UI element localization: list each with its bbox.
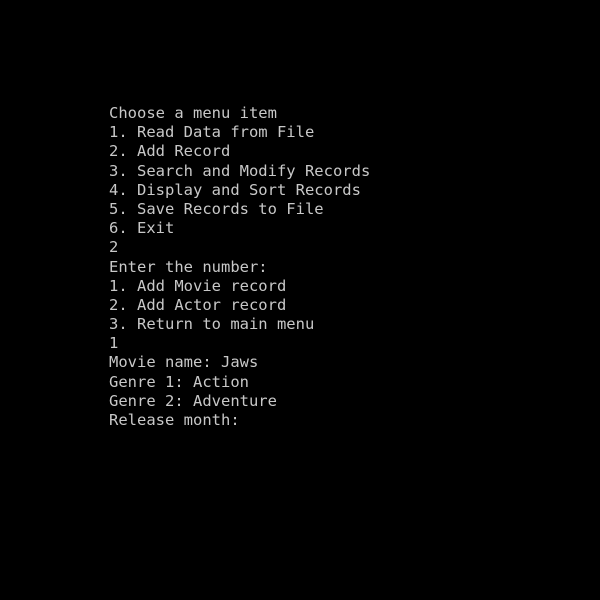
- user-input-submenu-choice: 1: [109, 334, 119, 353]
- submenu-option-add-movie: 1. Add Movie record: [109, 276, 287, 295]
- menu-option-search-modify: 3. Search and Modify Records: [109, 161, 371, 180]
- release-month-prompt-line[interactable]: Release month:: [109, 411, 370, 430]
- menu-option-add-record: 2. Add Record: [109, 142, 231, 161]
- genre-1-line: Genre 1: Action: [109, 372, 249, 391]
- genre-2-line: Genre 2: Adventure: [109, 391, 277, 410]
- user-input-menu-choice: 2: [109, 238, 119, 257]
- text-cursor: [241, 413, 249, 428]
- menu-option-exit: 6. Exit: [109, 219, 175, 238]
- console-window[interactable]: Choose a menu item 1. Read Data from Fil…: [0, 0, 600, 600]
- submenu-prompt: Enter the number:: [109, 257, 268, 276]
- movie-name-line: Movie name: Jaws: [109, 353, 259, 372]
- menu-title: Choose a menu item: [109, 104, 277, 122]
- console-output: Choose a menu item 1. Read Data from Fil…: [109, 104, 370, 430]
- submenu-option-return: 3. Return to main menu: [109, 315, 315, 334]
- release-month-prompt: Release month:: [109, 411, 240, 429]
- menu-option-display-sort: 4. Display and Sort Records: [109, 180, 361, 199]
- submenu-option-add-actor: 2. Add Actor record: [109, 295, 287, 314]
- menu-option-save-records: 5. Save Records to File: [109, 199, 324, 218]
- menu-option-read-data: 1. Read Data from File: [109, 123, 315, 142]
